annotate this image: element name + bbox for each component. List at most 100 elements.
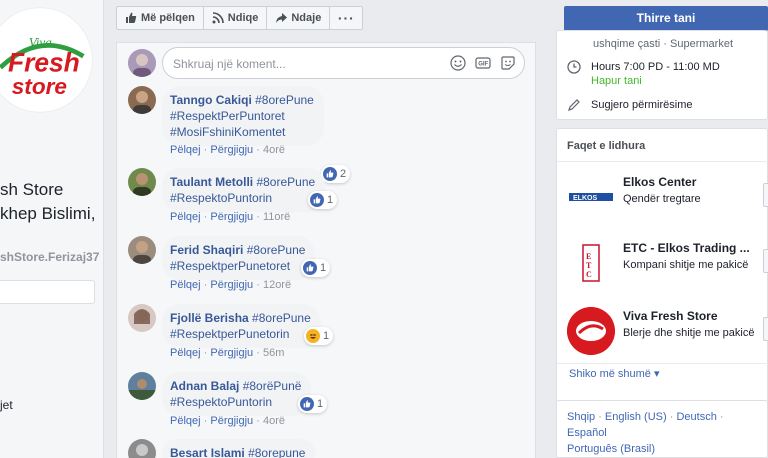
left-nav-item[interactable]: jet: [0, 398, 13, 412]
related-page-name[interactable]: Viva Fresh Store: [623, 309, 718, 323]
hashtag-link[interactable]: #RespektperPunetorin: [170, 326, 311, 342]
share-arrow-icon: [276, 13, 288, 23]
comment-bubble: Besart Islami #8orepune: [162, 439, 316, 458]
comment-author[interactable]: Besart Islami: [170, 446, 245, 458]
comment-author[interactable]: Tanngo Cakiqi: [170, 93, 252, 107]
comment-timestamp[interactable]: 4orë: [263, 415, 285, 427]
related-pages-title: Faqet e lidhura: [567, 140, 646, 152]
hashtag-link[interactable]: #RespektoPuntorin: [170, 394, 301, 410]
hashtag-link[interactable]: #8orePune: [247, 243, 306, 257]
hashtag-link[interactable]: #8orepune: [248, 446, 305, 458]
call-now-button[interactable]: Thirre tani: [564, 6, 768, 31]
like-related-page-button[interactable]: [763, 317, 768, 341]
comment-author[interactable]: Adnan Balaj: [170, 379, 239, 393]
page-action-bar: Më pëlqen Ndiqe Ndaje ···: [116, 6, 364, 30]
hashtag-link[interactable]: #RespektPerPuntoret: [170, 108, 314, 124]
comment-actions: Pëlqej · Përgjigju · 4orë: [170, 144, 285, 156]
language-link[interactable]: Shqip: [567, 411, 595, 423]
comment-bubble: Fjollë Berisha #8orePune #RespektperPune…: [162, 304, 321, 348]
comment-input[interactable]: Shkruaj një koment... GIF: [162, 47, 525, 79]
sticker-icon[interactable]: [500, 55, 516, 71]
comment-author[interactable]: Ferid Shaqiri: [170, 243, 243, 257]
user-photo-icon: [128, 168, 156, 196]
reaction-number: 1: [327, 194, 334, 206]
see-more-link[interactable]: Shiko më shumë ▾: [569, 367, 660, 380]
hashtag-link[interactable]: #RespektperPunetoret: [170, 258, 305, 274]
hashtag-link[interactable]: #8orePune: [256, 175, 315, 189]
reaction-count[interactable]: 1: [301, 259, 331, 277]
commenter-avatar[interactable]: [128, 236, 156, 264]
reaction-count[interactable]: 2: [321, 165, 351, 183]
language-link[interactable]: English (US): [605, 411, 667, 423]
like-page-button[interactable]: Më pëlqen: [116, 6, 204, 30]
comment-bubble: Ferid Shaqiri #8orePune #RespektperPunet…: [162, 236, 316, 280]
etc-logo-icon: ETC: [567, 239, 615, 287]
user-photo-icon: [128, 439, 156, 458]
svg-text:E: E: [586, 252, 591, 261]
commenter-avatar[interactable]: [128, 372, 156, 400]
language-link[interactable]: Português (Brasil): [567, 441, 757, 457]
comment-timestamp[interactable]: 11orë: [263, 211, 290, 223]
hashtag-link[interactable]: #MosiFshiniKomentet: [170, 124, 314, 140]
more-options-button[interactable]: ···: [329, 6, 364, 30]
related-page-item[interactable]: Viva Fresh Store Blerje dhe shitje me pa…: [567, 307, 768, 363]
svg-text:ELKOS: ELKOS: [573, 195, 597, 202]
commenter-avatar[interactable]: [128, 304, 156, 332]
page-profile-logo[interactable]: Viva Fresh store: [0, 8, 92, 112]
reaction-number: 2: [340, 168, 347, 180]
left-sidebar: Viva Fresh store sh Store khep Bislimi, …: [0, 0, 104, 458]
comment-timestamp[interactable]: 4orë: [263, 144, 285, 156]
share-button[interactable]: Ndaje: [266, 6, 331, 30]
related-page-name[interactable]: ETC - Elkos Trading ...: [623, 241, 750, 255]
comment-reply-link[interactable]: Përgjigju: [210, 347, 253, 359]
related-page-name[interactable]: Elkos Center: [623, 175, 696, 189]
hours-row[interactable]: Hours 7:00 PD - 11:00 MD Hapur tani: [567, 60, 720, 88]
reaction-count[interactable]: 1: [298, 395, 328, 413]
comment-like-link[interactable]: Pëlqej: [170, 279, 201, 291]
svg-text:store: store: [12, 74, 67, 99]
hashtag-link[interactable]: #8orePune: [255, 93, 314, 107]
commenter-avatar[interactable]: [128, 168, 156, 196]
comment-timestamp[interactable]: 12orë: [263, 279, 291, 291]
comment-like-link[interactable]: Pëlqej: [170, 211, 201, 223]
comment-bubble: Taulant Metolli #8orePune #RespektoPunto…: [162, 168, 326, 212]
commenter-avatar[interactable]: [128, 439, 156, 458]
follow-button[interactable]: Ndiqe: [202, 6, 268, 30]
viva-fresh-logo: [567, 307, 615, 355]
comment-like-link[interactable]: Pëlqej: [170, 415, 201, 427]
comment-reply-link[interactable]: Përgjigju: [210, 279, 253, 291]
related-page-item[interactable]: ETC ETC - Elkos Trading ... Kompani shit…: [567, 239, 768, 295]
like-related-page-button[interactable]: [763, 183, 768, 207]
reaction-count[interactable]: 1: [304, 327, 334, 345]
commenter-avatar[interactable]: [128, 86, 156, 114]
emoji-icon[interactable]: [450, 55, 466, 71]
hashtag-link[interactable]: #RespektoPuntorin: [170, 190, 315, 206]
reaction-count[interactable]: 1: [308, 191, 338, 209]
hashtag-link[interactable]: #8orePune: [252, 311, 311, 325]
hashtag-link[interactable]: #8orëPunë: [243, 379, 302, 393]
language-selector-card: Shqip · English (US) · Deutsch · Español…: [556, 400, 768, 458]
related-page-item[interactable]: ELKOS Elkos Center Qendër tregtare: [567, 173, 768, 229]
comment-timestamp[interactable]: 56m: [263, 347, 284, 359]
like-related-page-button[interactable]: [763, 249, 768, 273]
composer-icons: GIF: [450, 55, 516, 71]
category-text[interactable]: ushqime çasti · Supermarket: [593, 38, 733, 50]
comment-like-link[interactable]: Pëlqej: [170, 144, 201, 156]
suggest-row[interactable]: Sugjero përmirësime: [567, 98, 692, 112]
page-title: sh Store khep Bislimi,: [0, 180, 96, 223]
comment-author[interactable]: Taulant Metolli: [170, 175, 253, 189]
comment-placeholder: Shkruaj një koment...: [173, 57, 286, 71]
language-link[interactable]: Español: [567, 427, 607, 439]
comment-reply-link[interactable]: Përgjigju: [210, 211, 253, 223]
thumbs-up-icon: [126, 12, 137, 23]
comment-reply-link[interactable]: Përgjigju: [210, 415, 253, 427]
comment-author[interactable]: Fjollë Berisha: [170, 311, 249, 325]
language-link[interactable]: Deutsch: [676, 411, 716, 423]
reaction-number: 1: [317, 398, 324, 410]
comment-reply-link[interactable]: Përgjigju: [210, 144, 253, 156]
create-username-box[interactable]: [0, 280, 95, 304]
gif-icon[interactable]: GIF: [475, 55, 491, 71]
comment-like-link[interactable]: Pëlqej: [170, 347, 201, 359]
comment-bubble: Adnan Balaj #8orëPunë #RespektoPuntorin: [162, 372, 312, 416]
etc-logo: ETC: [567, 239, 615, 287]
